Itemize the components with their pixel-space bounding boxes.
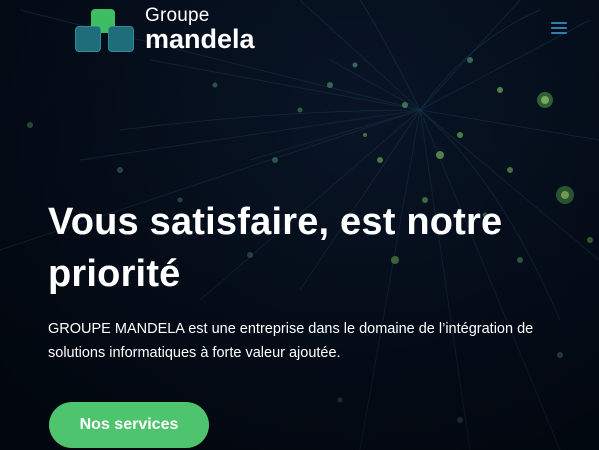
logo-mark-icon (73, 7, 137, 52)
logo-text: Groupe mandela (145, 6, 255, 53)
logo-text-line2: mandela (145, 23, 255, 54)
hero-description: GROUPE MANDELA est une entreprise dans l… (48, 321, 534, 361)
site-header: Groupe mandela (0, 0, 599, 60)
services-button[interactable]: Nos services (49, 402, 209, 448)
logo-text-line1: Groupe (145, 4, 210, 26)
menu-bar (551, 22, 567, 24)
logo-square-right (108, 26, 134, 52)
hero-page: Groupe mandela Vous satisfaire, est notr… (0, 0, 599, 450)
hero-title: Vous satisfaire, est notre priorité (48, 201, 503, 295)
logo-square-left (75, 26, 101, 52)
hamburger-menu-icon[interactable] (546, 18, 572, 38)
menu-bar (551, 32, 567, 34)
menu-bar (551, 27, 567, 29)
logo[interactable]: Groupe mandela (73, 6, 255, 52)
